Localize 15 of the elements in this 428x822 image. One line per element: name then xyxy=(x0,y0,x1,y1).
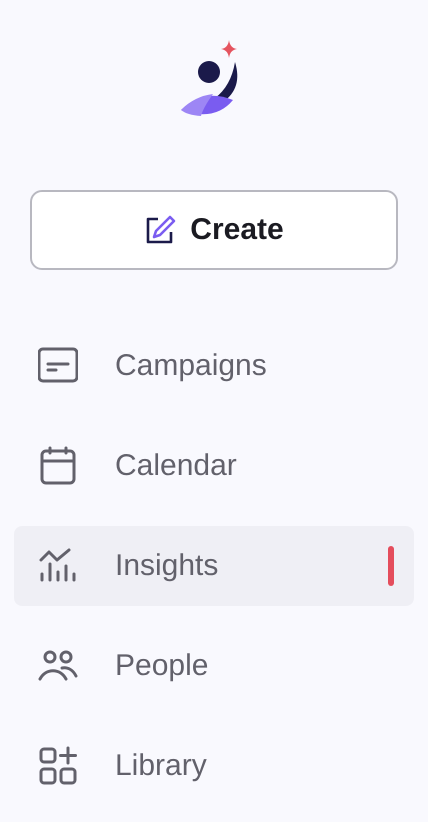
grid-plus-icon xyxy=(38,746,78,786)
active-indicator xyxy=(388,546,394,586)
edit-icon xyxy=(144,214,176,246)
nav-item[interactable]: Calendar xyxy=(14,426,414,506)
nav-item[interactable]: People xyxy=(14,626,414,706)
calendar-icon xyxy=(38,446,78,486)
nav-label: Calendar xyxy=(115,449,238,483)
nav-item[interactable]: Insights xyxy=(14,526,414,606)
create-button[interactable]: Create xyxy=(30,190,398,270)
nav-label: People xyxy=(115,649,210,683)
nav-label: Insights xyxy=(115,549,220,583)
nav-label: Campaigns xyxy=(115,349,268,383)
nav-item[interactable]: Library xyxy=(14,726,414,806)
nav-item[interactable]: Campaigns xyxy=(14,326,414,406)
nav-label: Library xyxy=(115,749,208,783)
